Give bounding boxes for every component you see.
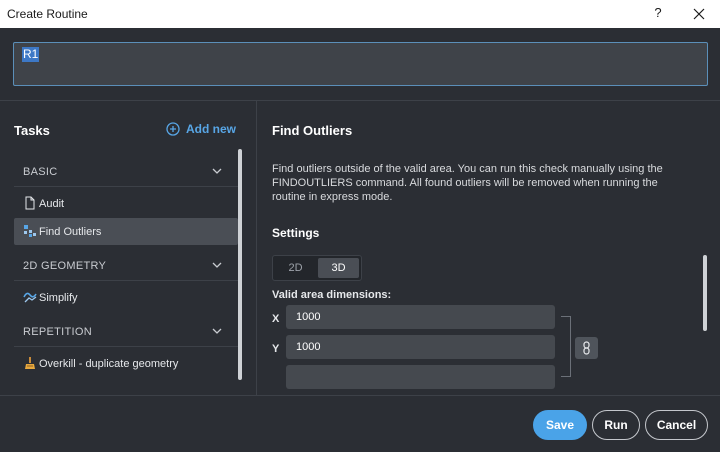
- y-dimension-value: 1000: [296, 341, 321, 353]
- z-dimension-input[interactable]: [286, 365, 555, 389]
- detail-title: Find Outliers: [272, 123, 353, 138]
- task-label: Find Outliers: [39, 226, 102, 238]
- add-new-label: Add new: [186, 122, 236, 136]
- task-item-audit[interactable]: Audit: [14, 190, 238, 217]
- cancel-button[interactable]: Cancel: [645, 410, 708, 440]
- tasks-panel: Tasks Add new BASIC Audit Find Outliers …: [0, 101, 257, 395]
- detail-scrollbar[interactable]: [703, 255, 707, 331]
- chevron-down-icon: [212, 262, 222, 268]
- routine-name-area: R1: [0, 28, 720, 101]
- link-icon: [583, 341, 590, 355]
- close-icon: [693, 8, 705, 20]
- group-2d-geometry[interactable]: 2D GEOMETRY: [14, 249, 238, 281]
- tasks-scrollbar[interactable]: [238, 149, 242, 380]
- mode-3d-button[interactable]: 3D: [318, 258, 359, 278]
- chevron-down-icon: [212, 168, 222, 174]
- group-basic[interactable]: BASIC: [14, 155, 238, 187]
- task-item-find-outliers[interactable]: Find Outliers: [14, 218, 238, 245]
- group-label: REPETITION: [23, 326, 93, 338]
- detail-description: Find outliers outside of the valid area.…: [272, 163, 663, 203]
- window-title: Create Routine: [7, 7, 88, 21]
- y-axis-label: Y: [272, 343, 280, 355]
- document-icon: [25, 196, 35, 210]
- x-axis-label: X: [272, 313, 280, 325]
- task-item-simplify[interactable]: Simplify: [14, 284, 238, 311]
- valid-area-label: Valid area dimensions:: [272, 289, 392, 301]
- save-button[interactable]: Save: [533, 410, 587, 440]
- link-dimensions-button[interactable]: [575, 337, 598, 359]
- routine-name-value: R1: [22, 47, 40, 62]
- tasks-title: Tasks: [14, 123, 50, 138]
- add-new-button[interactable]: Add new: [166, 122, 236, 136]
- mode-2d-button[interactable]: 2D: [275, 258, 316, 278]
- group-label: BASIC: [23, 166, 58, 178]
- group-label: 2D GEOMETRY: [23, 260, 107, 272]
- mode-toggle: 2D 3D: [272, 255, 362, 281]
- task-label: Audit: [39, 198, 65, 210]
- help-button[interactable]: ?: [650, 5, 666, 23]
- settings-title: Settings: [272, 226, 320, 240]
- dialog-footer: Save Run Cancel: [0, 395, 720, 452]
- simplify-icon: [23, 292, 37, 303]
- group-repetition[interactable]: REPETITION: [14, 315, 238, 347]
- close-button[interactable]: [688, 3, 710, 25]
- task-list: BASIC Audit Find Outliers 2D GEOMETRY Si…: [14, 155, 238, 381]
- task-item-overkill[interactable]: Overkill - duplicate geometry: [14, 350, 238, 377]
- chevron-down-icon: [212, 328, 222, 334]
- outliers-icon: [24, 225, 36, 237]
- x-dimension-input[interactable]: 1000: [286, 305, 555, 329]
- routine-name-input[interactable]: R1: [13, 42, 708, 86]
- task-detail-panel: Find Outliers Find outliers outside of t…: [258, 101, 720, 395]
- dimension-link-bracket: [561, 316, 571, 377]
- title-bar: Create Routine ?: [0, 0, 720, 28]
- plus-circle-icon: [166, 122, 180, 136]
- overkill-icon: [25, 357, 35, 369]
- task-label: Simplify: [39, 292, 78, 304]
- run-button[interactable]: Run: [592, 410, 640, 440]
- task-label: Overkill - duplicate geometry: [39, 358, 179, 370]
- x-dimension-value: 1000: [296, 311, 321, 323]
- y-dimension-input[interactable]: 1000: [286, 335, 555, 359]
